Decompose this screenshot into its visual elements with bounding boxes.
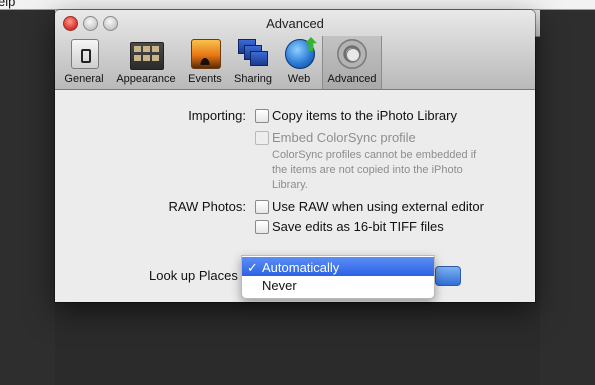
backdrop-right — [540, 10, 595, 385]
copy-items-checkbox[interactable] — [255, 109, 269, 123]
toolbar-advanced-label: Advanced — [327, 73, 377, 85]
toolbar-web[interactable]: Web — [279, 36, 319, 88]
toolbar-events-label: Events — [188, 73, 222, 85]
raw-photos-label: RAW Photos: — [168, 199, 246, 214]
general-switch-icon — [71, 39, 99, 69]
menu-item-never[interactable]: Never — [262, 278, 297, 293]
toolbar-appearance-label: Appearance — [116, 73, 176, 85]
places-popup-button[interactable] — [435, 266, 461, 286]
events-icon — [191, 39, 221, 69]
toolbar-sharing[interactable]: Sharing — [229, 36, 277, 88]
colorsync-note-line-2: the items are not copied into the iPhoto — [272, 164, 463, 176]
toolbar-appearance[interactable]: Appearance — [111, 36, 181, 88]
toolbar-general[interactable]: General — [61, 36, 107, 88]
toolbar-web-label: Web — [287, 73, 311, 85]
menu-bar: elp — [0, 0, 595, 10]
colorsync-note-line-3: Library. — [272, 179, 308, 191]
embed-colorsync-label: Embed ColorSync profile — [272, 130, 416, 145]
importing-label: Importing: — [188, 108, 246, 123]
preferences-toolbar: Advanced General Appearance Events Shari… — [55, 10, 535, 90]
embed-colorsync-checkbox — [255, 131, 269, 145]
appearance-icon — [130, 42, 164, 70]
save-tiff-label[interactable]: Save edits as 16-bit TIFF files — [272, 219, 444, 234]
menu-item-automatically[interactable]: ✓ Automatically — [242, 257, 434, 276]
menu-item-help[interactable]: elp — [0, 0, 15, 9]
gear-icon — [337, 39, 367, 69]
use-raw-label[interactable]: Use RAW when using external editor — [272, 199, 484, 214]
backdrop-left — [0, 10, 55, 385]
look-up-places-label: Look up Places — [149, 268, 238, 283]
toolbar-events[interactable]: Events — [183, 36, 227, 88]
use-raw-checkbox[interactable] — [255, 200, 269, 214]
window-title: Advanced — [266, 16, 324, 31]
places-popup-menu: ✓ Automatically Never — [241, 255, 435, 299]
save-tiff-checkbox[interactable] — [255, 220, 269, 234]
colorsync-note-line-1: ColorSync profiles cannot be embedded if — [272, 149, 477, 161]
sharing-icon — [238, 39, 268, 67]
checkmark-icon: ✓ — [247, 260, 258, 275]
toolbar-advanced[interactable]: Advanced — [322, 36, 382, 89]
copy-items-label[interactable]: Copy items to the iPhoto Library — [272, 108, 457, 123]
toolbar-general-label: General — [64, 73, 104, 85]
web-globe-icon — [285, 39, 315, 69]
toolbar-sharing-label: Sharing — [234, 73, 272, 85]
menu-item-automatically-label: Automatically — [262, 260, 340, 275]
